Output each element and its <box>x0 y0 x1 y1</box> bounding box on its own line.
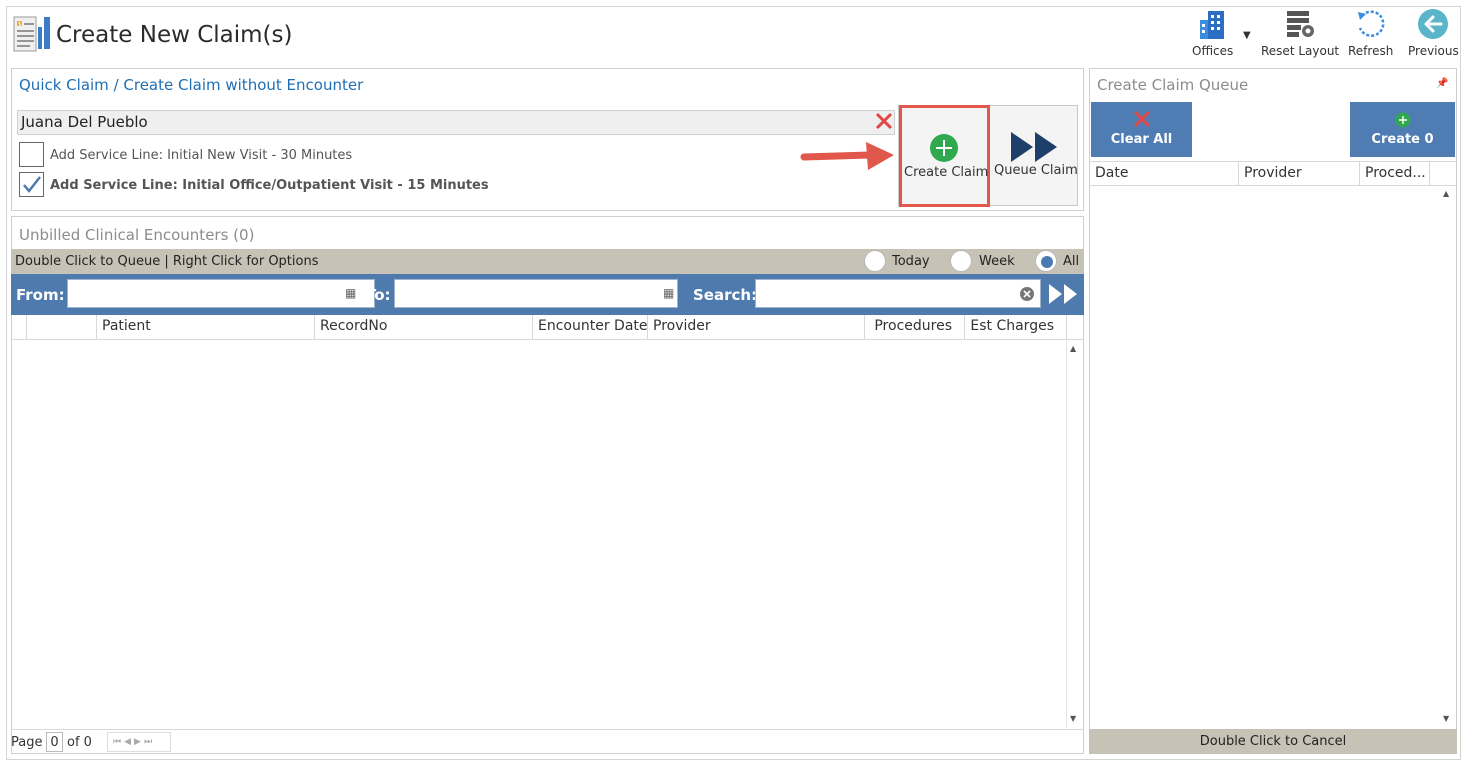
queue-column-procedures[interactable]: Proced... <box>1360 162 1430 185</box>
to-label: To: <box>366 286 391 304</box>
fast-forward-icon <box>1011 132 1057 162</box>
filter-week-label[interactable]: Week <box>979 254 1015 269</box>
pager-nav-buttons[interactable]: ⏮◀▶⏭ <box>107 732 171 752</box>
pager-bar: Page 0 of 0 ⏮◀▶⏭ <box>11 729 1084 754</box>
queue-all-icon[interactable] <box>1049 284 1079 304</box>
queue-scrollbar[interactable]: ▲ ▼ <box>1440 187 1455 727</box>
claims-icon: $ <box>12 15 54 59</box>
create-queued-label: Create 0 <box>1371 132 1434 147</box>
encounters-hint-bar: Double Click to Queue | Right Click for … <box>11 249 1084 274</box>
annotation-arrow-icon <box>800 140 898 178</box>
encounters-scrollbar[interactable]: ▲ ▼ <box>1066 341 1082 727</box>
pager-of-label: of 0 <box>67 735 92 750</box>
svg-text:$: $ <box>18 21 22 28</box>
offices-label: Offices <box>1192 44 1234 58</box>
filter-today-radio[interactable] <box>864 250 886 272</box>
to-date-input[interactable]: ▦ <box>394 279 678 308</box>
patient-name-field[interactable]: Juana Del Pueblo <box>17 110 895 135</box>
calendar-icon[interactable]: ▦ <box>345 286 356 300</box>
pager-page-label: Page <box>11 735 43 750</box>
back-arrow-icon <box>1418 9 1449 39</box>
previous-label: Previous <box>1408 44 1459 58</box>
select-column-header[interactable] <box>27 315 97 339</box>
quick-claim-title[interactable]: Quick Claim / Create Claim without Encou… <box>19 76 363 94</box>
column-header-encounter-date[interactable]: Encounter Date <box>533 315 648 339</box>
column-header-est-charges[interactable]: Est Charges <box>965 315 1067 339</box>
service-line-checkbox-2[interactable] <box>19 172 44 197</box>
queue-footer: Double Click to Cancel <box>1089 729 1457 754</box>
reset-layout-label: Reset Layout <box>1261 44 1340 58</box>
search-label: Search: <box>693 286 758 304</box>
checkmark-icon <box>23 176 41 193</box>
refresh-icon <box>1357 10 1385 37</box>
clear-all-button[interactable]: Clear All <box>1091 102 1192 157</box>
refresh-label: Refresh <box>1348 44 1394 58</box>
offices-icon <box>1199 11 1224 39</box>
column-header-patient[interactable]: Patient <box>97 315 315 339</box>
from-label: From: <box>16 286 65 304</box>
claim-queue-title: Create Claim Queue <box>1097 76 1249 94</box>
filter-all-radio[interactable] <box>1035 250 1057 272</box>
chevron-down-icon[interactable]: ▼ <box>1243 30 1251 41</box>
previous-button[interactable]: Previous <box>1408 8 1459 58</box>
pin-icon[interactable]: 📌 <box>1436 78 1448 89</box>
add-icon <box>1395 112 1410 128</box>
offices-button[interactable]: Offices <box>1192 8 1233 58</box>
encounters-filter-bar: From: ▦ To: ▦ Search: <box>11 274 1084 315</box>
scroll-up-icon[interactable]: ▲ <box>1070 344 1076 353</box>
filter-today-label[interactable]: Today <box>892 254 930 269</box>
clear-patient-icon[interactable] <box>874 111 894 135</box>
filter-week-radio[interactable] <box>950 250 972 272</box>
clear-icon <box>1133 110 1150 128</box>
service-line-label-2: Add Service Line: Initial Office/Outpati… <box>50 178 489 193</box>
encounters-title: Unbilled Clinical Encounters (0) <box>19 226 255 244</box>
queue-column-provider[interactable]: Provider <box>1239 162 1360 185</box>
column-header-procedures[interactable]: Procedures <box>865 315 965 339</box>
reset-layout-button[interactable]: Reset Layout <box>1261 8 1339 58</box>
create-claim-button[interactable]: Create Claim <box>899 105 990 207</box>
service-line-checkbox-1[interactable] <box>19 142 44 167</box>
encounters-grid-header: Patient RecordNo Encounter Date Provider… <box>11 315 1084 340</box>
queue-column-date[interactable]: Date <box>1090 162 1239 185</box>
create-claim-label: Create Claim <box>904 165 989 180</box>
service-line-label-1: Add Service Line: Initial New Visit - 30… <box>50 148 353 163</box>
clear-all-label: Clear All <box>1110 132 1173 147</box>
scroll-down-icon[interactable]: ▼ <box>1070 714 1076 723</box>
column-header-recordno[interactable]: RecordNo <box>315 315 533 339</box>
refresh-button[interactable]: Refresh <box>1348 8 1393 58</box>
queue-claim-label: Queue Claim <box>994 163 1078 178</box>
encounters-hint: Double Click to Queue | Right Click for … <box>15 254 319 269</box>
queue-grid-header: Date Provider Proced... <box>1090 161 1456 186</box>
search-input[interactable] <box>755 279 1041 308</box>
row-indicator-header <box>11 315 27 339</box>
from-date-input[interactable]: ▦ <box>67 279 375 308</box>
page-title: Create New Claim(s) <box>56 22 293 48</box>
column-header-provider[interactable]: Provider <box>648 315 865 339</box>
clear-search-icon[interactable] <box>1020 287 1034 301</box>
pager-page-input[interactable]: 0 <box>46 732 63 752</box>
queue-claim-button[interactable]: Queue Claim <box>990 105 1078 206</box>
reset-layout-icon <box>1287 11 1315 37</box>
create-queued-claims-button[interactable]: Create 0 <box>1350 102 1455 157</box>
filter-all-label[interactable]: All <box>1063 254 1079 269</box>
add-icon <box>930 134 958 162</box>
scroll-down-icon[interactable]: ▼ <box>1443 714 1449 723</box>
scroll-up-icon[interactable]: ▲ <box>1443 189 1449 198</box>
calendar-icon[interactable]: ▦ <box>663 286 674 300</box>
